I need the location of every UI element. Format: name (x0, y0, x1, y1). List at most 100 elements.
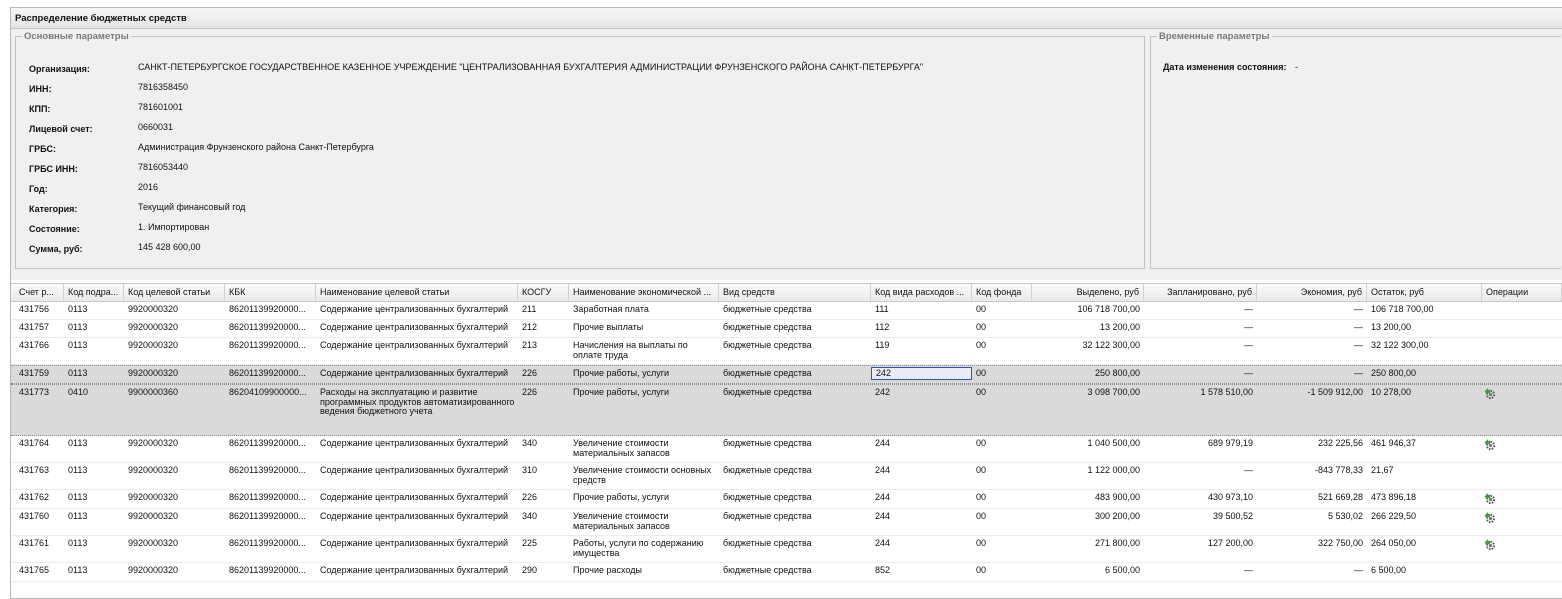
param-label: Год: (29, 184, 48, 194)
gear-arrow-icon[interactable] (1484, 539, 1496, 551)
cell-economy: 5 530,02 (1327, 512, 1363, 521)
cell-fund-code: 00 (976, 512, 987, 521)
column-header-kosgu[interactable]: КОСГУ (518, 284, 569, 301)
cell-economy: 232 225,56 (1317, 439, 1363, 448)
gear-arrow-icon[interactable] (1484, 439, 1496, 451)
column-header-planned[interactable]: Запланировано, руб (1144, 284, 1257, 301)
table-row[interactable]: 431766 0113 9920000320 86201139920000... Сод… (11, 338, 1562, 365)
cell-planned: — (1244, 341, 1253, 350)
cell-kosgu: 226 (522, 369, 538, 378)
table-row[interactable]: 431764 0113 9920000320 86201139920000... Сод… (11, 436, 1562, 463)
cell-economy: 521 669,28 (1317, 493, 1363, 502)
parameters-area: Основные параметры Организация: САНКТ-ПЕТ… (11, 29, 1562, 280)
cell-remainder: 21,67 (1371, 466, 1394, 475)
cell-subdivision: 0410 (68, 388, 89, 397)
cell-planned: 430 973,10 (1207, 493, 1253, 502)
table-row[interactable]: 431760 0113 9920000320 86201139920000... Сод… (11, 509, 1562, 536)
cell-kosgu: 290 (522, 566, 538, 575)
time-parameters-panel: Временные параметры Дата изменения состо… (1150, 31, 1561, 269)
column-header-funds-type[interactable]: Вид средств (719, 284, 871, 301)
cell-planned: — (1244, 466, 1253, 475)
cell-funds-type: бюджетные средства (723, 305, 812, 314)
table-row[interactable]: 431761 0113 9920000320 86201139920000... Сод… (11, 536, 1562, 563)
grid-body: 431756 0113 9920000320 86201139920000... Сод… (11, 302, 1562, 582)
time-parameters-legend: Временные параметры (1159, 31, 1270, 42)
column-header-expense-code[interactable]: Код вида расходов ... (871, 284, 972, 301)
cell-kbk: 86204109900000... (229, 388, 307, 397)
cell-fund-code: 00 (976, 439, 987, 448)
column-header-fund-code[interactable]: Код фонда (972, 284, 1032, 301)
column-header-economy[interactable]: Экономия, руб (1257, 284, 1367, 301)
cell-kbk: 86201139920000... (229, 369, 306, 378)
cell-subdivision: 0113 (68, 323, 88, 332)
table-row[interactable]: 431757 0113 9920000320 86201139920000... Сод… (11, 320, 1562, 338)
cell-subdivision: 0113 (68, 341, 88, 350)
cell-fund-code: 00 (976, 539, 987, 548)
cell-funds-type: бюджетные средства (723, 539, 812, 548)
gear-arrow-icon[interactable] (1484, 388, 1496, 400)
cell-fund-code: 00 (976, 388, 987, 397)
cell-fund-code: 00 (976, 341, 987, 350)
cell-account: 431763 (19, 466, 50, 475)
table-row[interactable]: 431759 0113 9920000320 86201139920000... Сод… (11, 365, 1562, 384)
gear-arrow-icon[interactable] (1484, 512, 1496, 524)
cell-kosgu: 213 (522, 341, 538, 350)
column-header-econ-name[interactable]: Наименование экономической ... (569, 284, 719, 301)
cell-target-code: 9920000320 (128, 369, 179, 378)
column-header-account[interactable]: Счет р... (15, 284, 64, 301)
cell-expense-code: 242 (875, 388, 891, 397)
cell-funds-type: бюджетные средства (723, 388, 812, 397)
cell-expense-code: 111 (875, 305, 889, 314)
table-row[interactable]: 431773 0410 9900000360 86204109900000... Рас… (11, 384, 1562, 436)
cell-planned: — (1244, 323, 1253, 332)
cell-kosgu: 340 (522, 439, 538, 448)
cell-account: 431766 (19, 341, 50, 350)
cell-target-name: Содержание централизованных бухгалтерий (320, 305, 509, 314)
cell-allocated: 250 800,00 (1094, 369, 1140, 378)
column-header-target-name[interactable]: Наименование целевой статьи (316, 284, 518, 301)
column-header-subdivision[interactable]: Код подра... (64, 284, 124, 301)
cell-target-name: Содержание централизованных бухгалтерий (320, 341, 509, 350)
param-value: 7816053440 (138, 162, 189, 172)
column-header-target-code[interactable]: Код целевой статьи (124, 284, 225, 301)
cell-remainder: 264 050,00 (1371, 539, 1417, 548)
column-header-remainder[interactable]: Остаток, руб (1367, 284, 1482, 301)
param-value: 781601001 (138, 102, 184, 112)
cell-kbk: 86201139920000... (229, 439, 306, 448)
cell-expense-code[interactable]: 242 (871, 367, 972, 380)
column-header-allocated[interactable]: Выделено, руб (1032, 284, 1144, 301)
gear-arrow-icon[interactable] (1484, 493, 1496, 505)
cell-account: 431762 (19, 493, 50, 502)
table-row[interactable]: 431756 0113 9920000320 86201139920000... Сод… (11, 302, 1562, 320)
column-header-kbk[interactable]: КБК (225, 284, 316, 301)
cell-target-code: 9920000320 (128, 305, 179, 314)
table-row[interactable]: 431762 0113 9920000320 86201139920000... Сод… (11, 490, 1562, 509)
param-value: 7816358450 (138, 82, 189, 92)
table-row[interactable]: 431765 0113 9920000320 86201139920000... Сод… (11, 563, 1562, 582)
cell-kosgu: 310 (522, 466, 538, 475)
cell-remainder: 106 718 700,00 (1371, 305, 1434, 314)
budget-distribution-window: Распределение бюджетных средств Основные… (10, 7, 1562, 599)
cell-planned: 39 500,52 (1212, 512, 1253, 521)
cell-target-name: Содержание централизованных бухгалтерий (320, 323, 509, 332)
param-label: ИНН: (29, 84, 52, 94)
cell-econ-name: Прочие работы, услуги (573, 493, 670, 502)
table-row[interactable]: 431763 0113 9920000320 86201139920000... Сод… (11, 463, 1562, 490)
cell-funds-type: бюджетные средства (723, 439, 812, 448)
cell-subdivision: 0113 (68, 369, 88, 378)
cell-planned: 127 200,00 (1207, 539, 1253, 548)
cell-remainder: 10 278,00 (1371, 388, 1412, 397)
param-value: САНКТ-ПЕТЕРБУРГСКОЕ ГОСУДАРСТВЕННОЕ КАЗЕ… (138, 62, 924, 72)
cell-subdivision: 0113 (68, 566, 88, 575)
cell-allocated: 32 122 300,00 (1082, 341, 1140, 350)
cell-target-name: Содержание централизованных бухгалтерий (320, 369, 509, 378)
cell-funds-type: бюджетные средства (723, 512, 812, 521)
cell-expense-code: 244 (875, 439, 891, 448)
cell-target-name: Расходы на эксплуатацию и развитие прогр… (320, 388, 515, 416)
column-header-operations[interactable]: Операции (1482, 284, 1562, 301)
cell-target-name: Содержание централизованных бухгалтерий (320, 512, 509, 521)
cell-kbk: 86201139920000... (229, 466, 306, 475)
cell-kosgu: 226 (522, 388, 538, 397)
cell-kbk: 86201139920000... (229, 539, 306, 548)
cell-target-name: Содержание централизованных бухгалтерий (320, 539, 509, 548)
